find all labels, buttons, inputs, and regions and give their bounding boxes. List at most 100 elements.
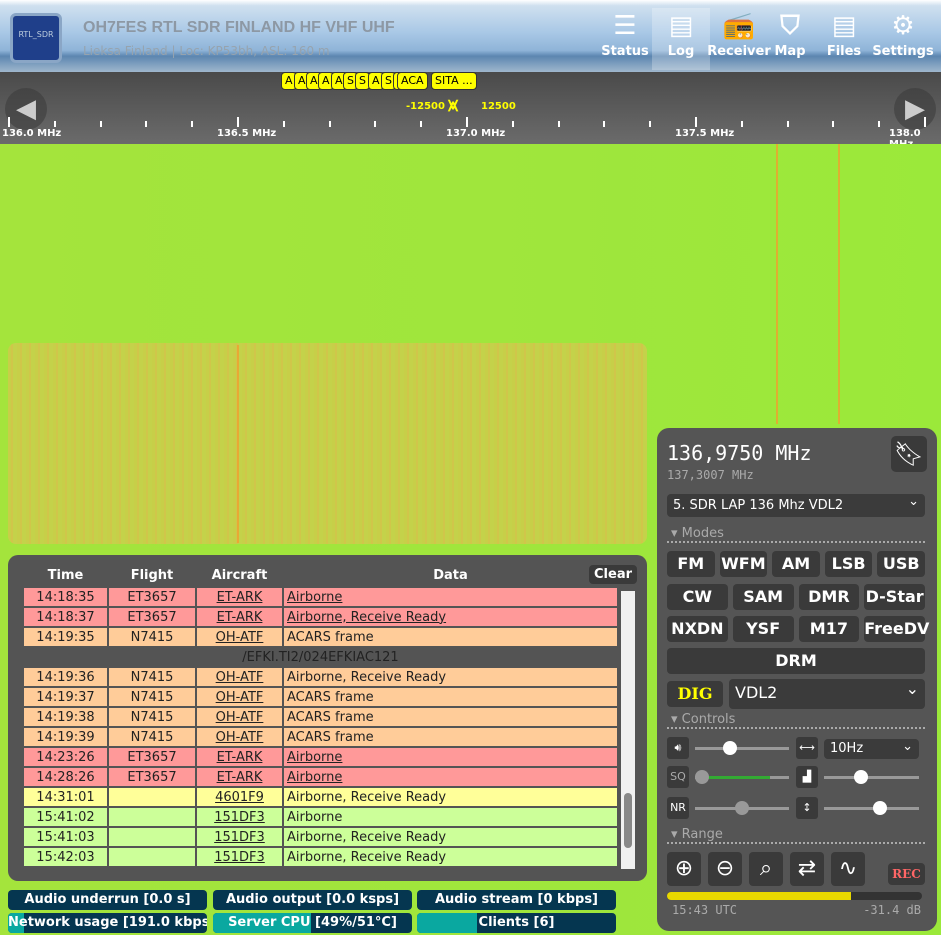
aircraft-link[interactable]: ET-ARK bbox=[195, 766, 284, 788]
digital-mode-select[interactable]: VDL2 bbox=[729, 679, 925, 709]
waterfall-min-slider[interactable] bbox=[824, 770, 919, 784]
signal-trace bbox=[838, 144, 840, 424]
nav-label: Status bbox=[601, 44, 649, 59]
receiver-panel: 136,9750 MHz 137,3007 MHz 🔖︎ 5. SDR LAP … bbox=[657, 428, 937, 931]
mode-m17-button[interactable]: M17 bbox=[798, 616, 860, 642]
waterfall-max-icon[interactable]: ↕ bbox=[796, 797, 818, 819]
nav-log[interactable]: ▤ Log bbox=[652, 8, 710, 70]
squelch-slider[interactable] bbox=[695, 770, 789, 784]
mode-drm-button[interactable]: DRM bbox=[667, 648, 925, 674]
volume-icon[interactable]: 🔊︎ bbox=[667, 737, 689, 759]
data-cell: Airborne, Receive Ready bbox=[282, 666, 619, 688]
mode-dmr-button[interactable]: DMR bbox=[798, 584, 860, 610]
bookmark-icon[interactable]: 🔖︎ bbox=[891, 436, 927, 472]
data-cell[interactable]: Airborne, Receive Ready bbox=[282, 606, 619, 628]
mode-lsb-button[interactable]: LSB bbox=[824, 551, 873, 577]
aircraft-link[interactable]: ET-ARK bbox=[195, 746, 284, 768]
zoom-full-icon[interactable]: ⇄ bbox=[790, 852, 824, 886]
mode-dig-button[interactable]: DIG bbox=[667, 681, 723, 707]
zoom-out-icon[interactable]: ⊖ bbox=[708, 852, 742, 886]
section-controls[interactable]: ▾ Controls bbox=[667, 712, 925, 729]
nav-status[interactable]: ☰ Status bbox=[596, 8, 654, 70]
log-row: /EFKI.TI2/024EFKIAC121 bbox=[22, 646, 619, 668]
mode-d-star-button[interactable]: D-Star bbox=[864, 584, 925, 610]
aircraft-link[interactable]: OH-ATF bbox=[195, 706, 284, 728]
scroll-left-icon[interactable]: ◀ bbox=[5, 88, 47, 130]
noise-reduction-toggle[interactable]: NR bbox=[667, 797, 689, 819]
volume-slider[interactable] bbox=[695, 741, 789, 755]
mode-freedv-button[interactable]: FreeDV bbox=[864, 616, 929, 642]
mode-nxdn-button[interactable]: NXDN bbox=[667, 616, 728, 642]
aircraft-link[interactable]: 151DF3 bbox=[195, 806, 284, 828]
nav-files[interactable]: ▤ Files bbox=[818, 8, 870, 70]
bookmark-label[interactable]: SITA ... bbox=[431, 72, 477, 90]
aircraft-link[interactable]: 151DF3 bbox=[195, 846, 284, 868]
scale-tick bbox=[99, 121, 102, 127]
time-cell: 14:19:37 bbox=[22, 686, 109, 708]
mode-sam-button[interactable]: SAM bbox=[732, 584, 794, 610]
flight-cell: N7415 bbox=[107, 666, 197, 688]
signal-meter bbox=[667, 892, 922, 900]
offset-low: -12500 bbox=[406, 101, 445, 112]
section-range[interactable]: ▾ Range bbox=[667, 827, 925, 844]
mode-ysf-button[interactable]: YSF bbox=[732, 616, 794, 642]
aircraft-link[interactable]: ET-ARK bbox=[195, 586, 284, 608]
status-bar: Network usage [191.0 kbps] bbox=[8, 913, 207, 933]
aircraft-link[interactable]: OH-ATF bbox=[195, 686, 284, 708]
frequency-display[interactable]: 136,9750 MHz bbox=[667, 441, 812, 465]
map-icon: ⛉ bbox=[780, 11, 800, 41]
nav-settings[interactable]: ⚙ Settings bbox=[870, 8, 936, 70]
data-cell[interactable]: Airborne bbox=[282, 746, 619, 768]
scroll-right-icon[interactable]: ▶ bbox=[894, 88, 936, 130]
freq-label: 137.5 MHz bbox=[675, 128, 735, 139]
mode-cw-button[interactable]: CW bbox=[667, 584, 728, 610]
radio-icon: 📻 bbox=[722, 11, 756, 41]
mode-fm-button[interactable]: FM bbox=[667, 551, 715, 577]
nav-map[interactable]: ⛉ Map bbox=[764, 8, 816, 70]
record-button[interactable]: REC bbox=[888, 863, 925, 885]
zoom-fit-icon[interactable]: ⌕ bbox=[749, 852, 783, 886]
waterfall-min-icon[interactable]: ▟ bbox=[796, 766, 818, 788]
aircraft-link[interactable]: OH-ATF bbox=[195, 666, 284, 688]
section-label: Range bbox=[681, 827, 723, 842]
slider-knob[interactable] bbox=[723, 741, 737, 755]
aircraft-link[interactable]: OH-ATF bbox=[195, 626, 284, 648]
aircraft-link[interactable]: ET-ARK bbox=[195, 606, 284, 628]
col-time: Time bbox=[47, 568, 84, 583]
zoom-in-icon[interactable]: ⊕ bbox=[667, 852, 701, 886]
slider-knob[interactable] bbox=[872, 801, 887, 815]
bookmark-label[interactable]: ACA bbox=[397, 72, 428, 90]
scale-tick bbox=[832, 121, 835, 127]
mode-wfm-button[interactable]: WFM bbox=[719, 551, 768, 577]
data-cell[interactable]: Airborne bbox=[282, 766, 619, 788]
aircraft-link[interactable]: 151DF3 bbox=[195, 826, 284, 848]
mode-am-button[interactable]: AM bbox=[772, 551, 820, 577]
slider-knob[interactable] bbox=[853, 770, 868, 784]
flight-cell: ET3657 bbox=[107, 766, 197, 788]
tuning-step-select[interactable]: 10Hz bbox=[824, 739, 919, 759]
passband-icon[interactable]: ⩙ bbox=[448, 95, 458, 116]
receiver-logo: RTL_SDR bbox=[10, 13, 62, 63]
section-modes[interactable]: ▾ Modes bbox=[667, 526, 925, 543]
auto-level-icon[interactable]: ∿ bbox=[831, 852, 865, 886]
noise-reduction-slider[interactable] bbox=[695, 801, 789, 815]
log-row: 14:19:39 N7415 OH-ATF ACARS frame bbox=[22, 726, 619, 748]
files-icon: ▤ bbox=[831, 11, 857, 41]
aircraft-link[interactable]: 4601F9 bbox=[195, 786, 284, 808]
aircraft-link[interactable]: OH-ATF bbox=[195, 726, 284, 748]
squelch-label[interactable]: SQ bbox=[667, 766, 689, 788]
log-row: 15:41:02 151DF3 Airborne bbox=[22, 806, 619, 828]
status-bar: Audio underrun [0.0 s] bbox=[8, 890, 207, 910]
nav-label: Files bbox=[826, 44, 862, 59]
profile-select[interactable]: 5. SDR LAP 136 Mhz VDL2 bbox=[667, 494, 925, 517]
slider-knob[interactable] bbox=[735, 801, 749, 815]
waterfall-max-slider[interactable] bbox=[824, 801, 919, 815]
log-scrollbar[interactable] bbox=[621, 591, 635, 869]
nav-label: Map bbox=[774, 44, 806, 59]
nav-receiver[interactable]: 📻 Receiver bbox=[706, 8, 772, 70]
slider-knob[interactable] bbox=[695, 770, 709, 784]
data-cell[interactable]: Airborne bbox=[282, 586, 619, 608]
mode-usb-button[interactable]: USB bbox=[877, 551, 925, 577]
data-cell: ACARS frame bbox=[282, 686, 619, 708]
frequency-scale[interactable]: ◀ ▶ AAAAASSASSACASITA ... -12500 ⩙ 12500… bbox=[0, 72, 941, 150]
